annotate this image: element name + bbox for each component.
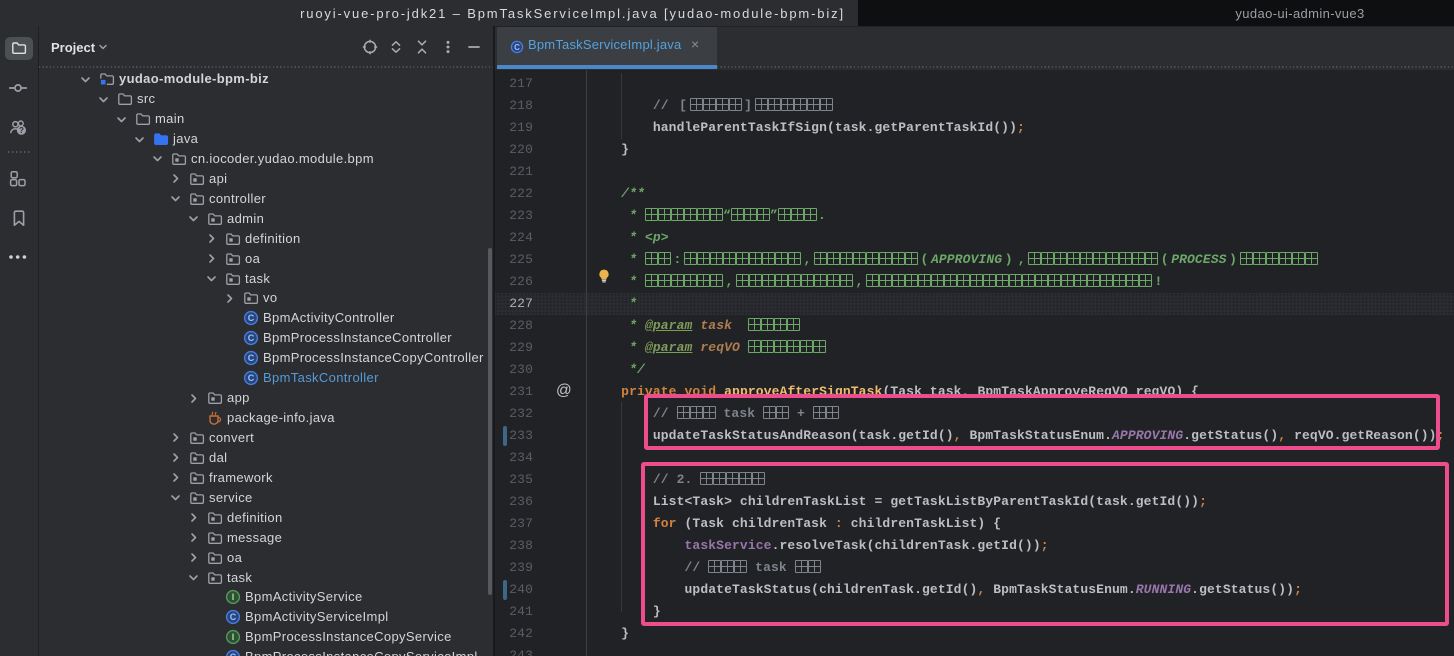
svg-text:C: C [229, 652, 236, 656]
svg-text:C: C [514, 42, 520, 51]
svg-text:C: C [247, 373, 254, 383]
svg-text:?: ? [19, 126, 24, 135]
svg-text:C: C [247, 314, 254, 324]
svg-text:I: I [231, 632, 234, 642]
svg-text:C: C [229, 612, 236, 622]
svg-text:C: C [247, 353, 254, 363]
svg-text:I: I [231, 593, 234, 603]
svg-text:C: C [247, 333, 254, 343]
